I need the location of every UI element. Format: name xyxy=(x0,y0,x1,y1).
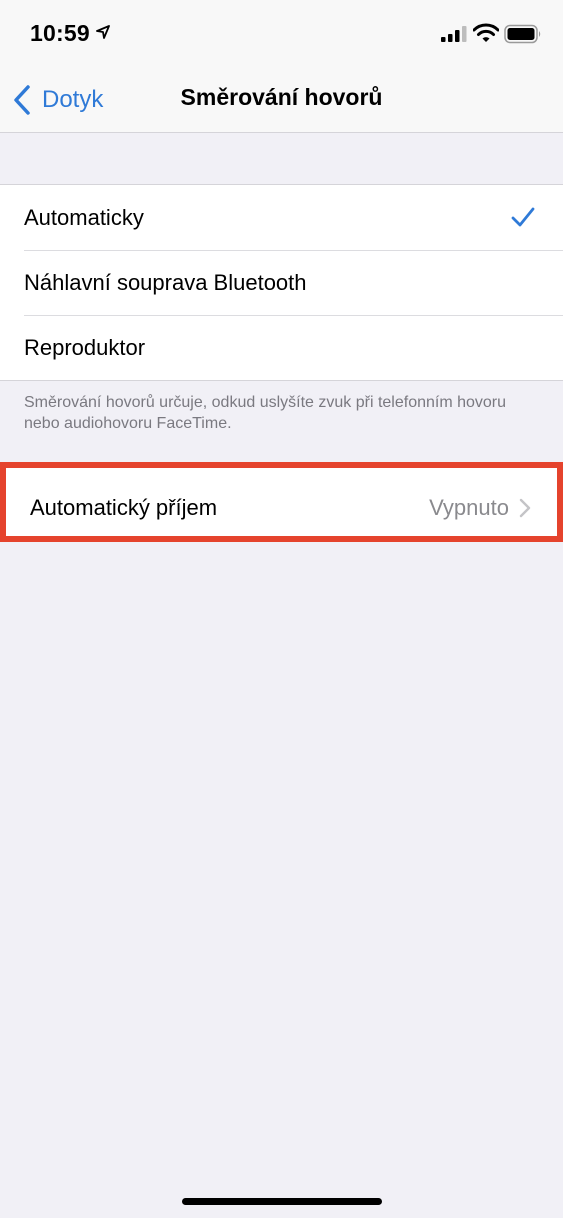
location-arrow-icon xyxy=(96,25,110,39)
home-indicator[interactable] xyxy=(182,1198,382,1205)
option-bluetooth-headset[interactable]: Náhlavní souprava Bluetooth xyxy=(0,250,563,315)
battery-icon xyxy=(504,24,541,44)
wifi-icon xyxy=(473,23,499,42)
checkmark-icon xyxy=(511,207,535,227)
option-label: Reproduktor xyxy=(24,334,146,360)
option-speaker[interactable]: Reproduktor xyxy=(0,315,563,380)
routing-options-list: Automaticky Náhlavní souprava Bluetooth … xyxy=(0,184,563,381)
auto-answer-label: Automatický příjem xyxy=(30,495,218,520)
page-title: Směrování hovorů xyxy=(180,84,383,110)
highlight-frame: Automatický příjem Vypnuto xyxy=(0,462,563,542)
footer-note: Směrování hovorů určuje, odkud uslyšíte … xyxy=(24,394,507,432)
navigation-bar: 10:59 Dotyk Směrování hovorů xyxy=(0,0,563,133)
chevron-right-icon xyxy=(519,498,531,518)
option-label: Náhlavní souprava Bluetooth xyxy=(24,269,307,295)
cellular-signal-icon xyxy=(441,26,467,42)
option-automaticky[interactable]: Automaticky xyxy=(0,185,563,250)
auto-answer-row[interactable]: Automatický příjem Vypnuto xyxy=(12,474,551,542)
status-time: 10:59 xyxy=(30,20,90,46)
auto-answer-value: Vypnuto xyxy=(429,495,509,520)
option-label: Automaticky xyxy=(24,204,144,230)
